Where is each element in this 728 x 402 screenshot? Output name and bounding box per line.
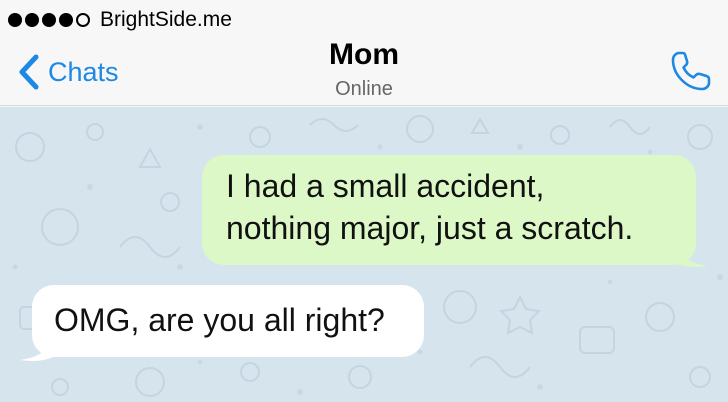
status-bar: BrightSide.me (8, 8, 232, 32)
call-button[interactable] (668, 48, 714, 94)
signal-dot (8, 13, 22, 27)
signal-strength-icon (8, 13, 90, 27)
incoming-message-bubble[interactable]: OMG, are you all right? (32, 285, 424, 357)
chevron-left-icon (19, 54, 39, 90)
chat-header: BrightSide.me Chats Mom Online (0, 0, 728, 106)
signal-dot (59, 13, 73, 27)
signal-dot-empty (76, 13, 90, 27)
back-button[interactable]: Chats (18, 52, 119, 92)
message-text-line: nothing major, just a scratch. (226, 210, 634, 246)
message-text-line: OMG, are you all right? (54, 302, 385, 338)
phone-icon (671, 51, 711, 91)
signal-dot (42, 13, 56, 27)
outgoing-message-bubble[interactable]: I had a small accident, nothing major, j… (202, 155, 696, 265)
signal-dot (25, 13, 39, 27)
message-text-line: I had a small accident, (226, 168, 545, 204)
back-label: Chats (48, 56, 119, 87)
chat-area[interactable]: I had a small accident, nothing major, j… (0, 107, 728, 402)
carrier-name: BrightSide.me (100, 8, 232, 31)
